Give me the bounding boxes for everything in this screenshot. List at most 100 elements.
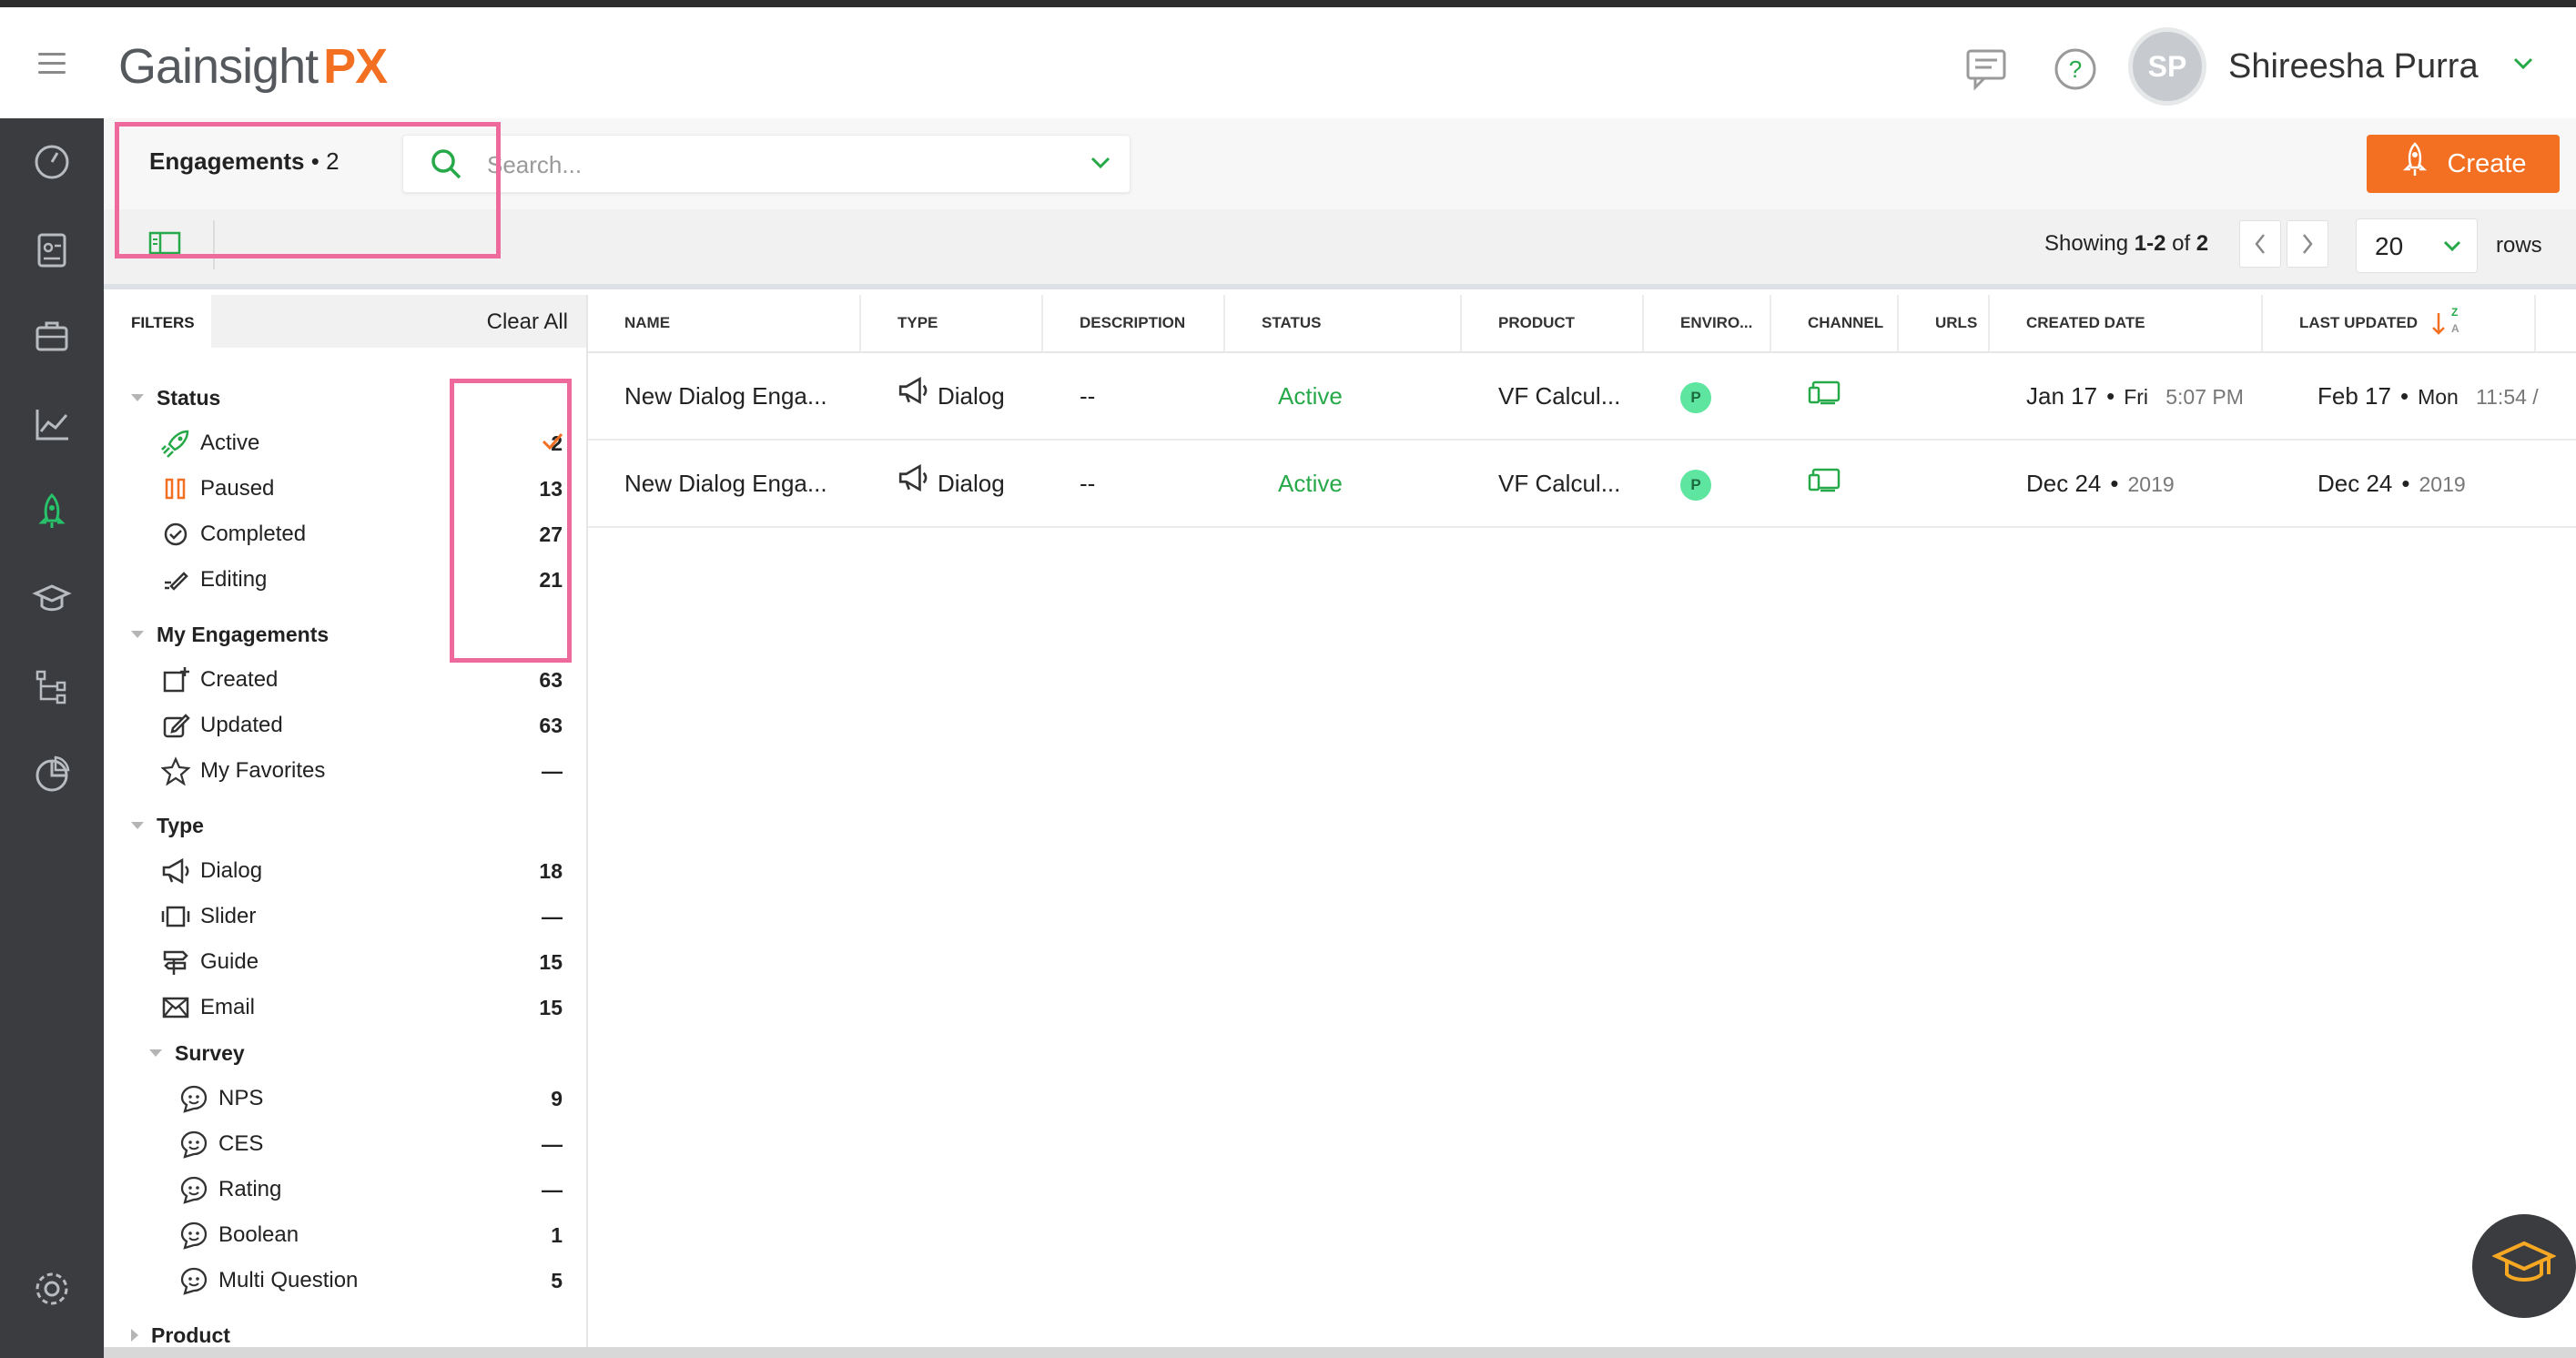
- updated-date-main: Feb 17: [2317, 382, 2391, 410]
- table-row[interactable]: New Dialog Enga... Dialog -- Active VF C…: [588, 441, 2576, 528]
- filter-label: NPS: [218, 1086, 264, 1110]
- chevron-down-icon[interactable]: [2512, 56, 2534, 76]
- column-header-status[interactable]: STATUS: [1225, 295, 1462, 351]
- add-box-icon: [158, 663, 193, 697]
- product-section-title: Product: [151, 1323, 230, 1347]
- journey-orchestrator-icon[interactable]: [0, 650, 104, 723]
- row-name[interactable]: New Dialog Enga...: [624, 353, 827, 439]
- filter-my-favorites[interactable]: My Favorites: [158, 753, 325, 789]
- filter-type-slider[interactable]: Slider: [158, 898, 256, 935]
- filter-count: —: [542, 1132, 563, 1156]
- engagements-rocket-icon[interactable]: [0, 475, 104, 548]
- dashboard-icon[interactable]: [0, 126, 104, 198]
- clear-all-button[interactable]: Clear All: [487, 309, 568, 335]
- search-input[interactable]: [485, 147, 999, 183]
- accounts-icon[interactable]: [0, 213, 104, 286]
- row-description: --: [1080, 382, 1096, 410]
- user-name[interactable]: Shireesha Purra: [2228, 47, 2479, 86]
- engagements-table: NAME TYPE DESCRIPTION STATUS PRODUCT ENV…: [588, 295, 2576, 1358]
- filter-survey-ces[interactable]: CES: [177, 1126, 263, 1162]
- filter-count: 15: [539, 996, 563, 1019]
- created-date-main: Jan 17: [2026, 382, 2098, 410]
- analytics-icon[interactable]: [0, 388, 104, 461]
- chevron-down-icon[interactable]: [1090, 156, 1111, 175]
- row-type-label: Dialog: [938, 382, 1005, 410]
- column-header-type[interactable]: TYPE: [861, 295, 1043, 351]
- row-last-updated: Feb 17 • Mon 11:54 /: [2317, 353, 2539, 439]
- reports-icon[interactable]: [0, 737, 104, 810]
- next-page-button[interactable]: [2287, 220, 2328, 268]
- column-header-channel[interactable]: CHANNEL: [1771, 295, 1899, 351]
- date-separator: •: [2401, 470, 2410, 497]
- filter-label: Multi Question: [218, 1268, 359, 1292]
- filter-label: Guide: [200, 949, 259, 974]
- filter-type-guide[interactable]: Guide: [158, 944, 259, 980]
- column-header-created-date[interactable]: CREATED DATE: [1990, 295, 2263, 351]
- help-center-button[interactable]: [2472, 1214, 2576, 1318]
- logo[interactable]: Gainsight PX: [118, 38, 388, 95]
- search-box[interactable]: [402, 135, 1131, 193]
- filter-label: Active: [200, 431, 260, 455]
- help-icon[interactable]: ?: [2048, 42, 2103, 96]
- updated-time: 11:54 /: [2476, 385, 2539, 409]
- envelope-icon: [158, 990, 193, 1025]
- row-channel: [1808, 353, 1842, 439]
- chevron-left-icon: [2255, 234, 2265, 254]
- showing-total: 2: [2196, 231, 2209, 256]
- filter-status-completed[interactable]: Completed: [158, 516, 306, 552]
- created-year: 2019: [2127, 472, 2175, 496]
- horizontal-scrollbar[interactable]: [104, 1347, 2576, 1358]
- product-section-header[interactable]: Product: [131, 1323, 230, 1348]
- column-header-environment[interactable]: ENVIRO...: [1644, 295, 1771, 351]
- chevron-down-icon: [2442, 239, 2462, 257]
- column-header-urls[interactable]: URLS: [1899, 295, 1990, 351]
- column-header-product[interactable]: PRODUCT: [1462, 295, 1644, 351]
- filter-label: Dialog: [200, 858, 263, 883]
- column-header-name[interactable]: NAME: [588, 295, 861, 351]
- signpost-icon: [158, 945, 193, 979]
- settings-icon[interactable]: [0, 1252, 104, 1325]
- column-header-description[interactable]: DESCRIPTION: [1043, 295, 1225, 351]
- filter-label: CES: [218, 1131, 264, 1156]
- survey-section-title: Survey: [175, 1041, 245, 1065]
- filter-status-active[interactable]: Active: [158, 425, 259, 461]
- prev-page-button[interactable]: [2239, 220, 2281, 268]
- filter-label: Paused: [200, 476, 275, 501]
- avatar[interactable]: SP: [2128, 27, 2206, 106]
- column-header-last-updated[interactable]: LAST UPDATED: [2263, 295, 2536, 351]
- filter-created[interactable]: Created: [158, 662, 278, 698]
- filter-type-email[interactable]: Email: [158, 989, 255, 1026]
- rocket-icon: [2399, 142, 2430, 186]
- megaphone-icon: [158, 854, 193, 888]
- my-engagements-section-header[interactable]: My Engagements: [131, 623, 329, 647]
- create-button[interactable]: Create: [2367, 135, 2560, 193]
- status-section-header[interactable]: Status: [131, 386, 220, 410]
- row-type-label: Dialog: [938, 470, 1005, 497]
- table-row[interactable]: New Dialog Enga... Dialog -- Active VF C…: [588, 353, 2576, 441]
- row-name[interactable]: New Dialog Enga...: [624, 441, 827, 526]
- filter-status-paused[interactable]: Paused: [158, 471, 274, 507]
- create-label: Create: [2447, 148, 2527, 178]
- row-last-updated: Dec 24 • 2019: [2317, 441, 2466, 526]
- filter-count: 63: [539, 668, 563, 692]
- rows-per-page-select[interactable]: 20: [2356, 218, 2478, 273]
- survey-section-header[interactable]: Survey: [149, 1041, 245, 1066]
- filter-survey-boolean[interactable]: Boolean: [177, 1217, 299, 1253]
- filter-count: —: [542, 905, 563, 928]
- briefcase-icon[interactable]: [0, 300, 104, 373]
- filter-survey-nps[interactable]: NPS: [177, 1080, 263, 1117]
- filter-type-dialog[interactable]: Dialog: [158, 853, 262, 889]
- chevron-right-icon: [2303, 234, 2313, 254]
- filter-updated[interactable]: Updated: [158, 707, 283, 744]
- chat-icon[interactable]: [1961, 42, 2015, 96]
- pause-icon: [158, 471, 193, 506]
- filter-survey-rating[interactable]: Rating: [177, 1171, 281, 1208]
- filters-header: Clear All: [211, 295, 586, 348]
- edit-box-icon: [158, 708, 193, 743]
- knowledge-center-icon[interactable]: [0, 562, 104, 635]
- type-section-header[interactable]: Type: [131, 814, 204, 838]
- filter-status-editing[interactable]: Editing: [158, 562, 267, 598]
- filter-survey-multi-question[interactable]: Multi Question: [177, 1262, 358, 1299]
- sort-indicator-z: Z: [2451, 306, 2459, 319]
- menu-icon[interactable]: [38, 53, 66, 75]
